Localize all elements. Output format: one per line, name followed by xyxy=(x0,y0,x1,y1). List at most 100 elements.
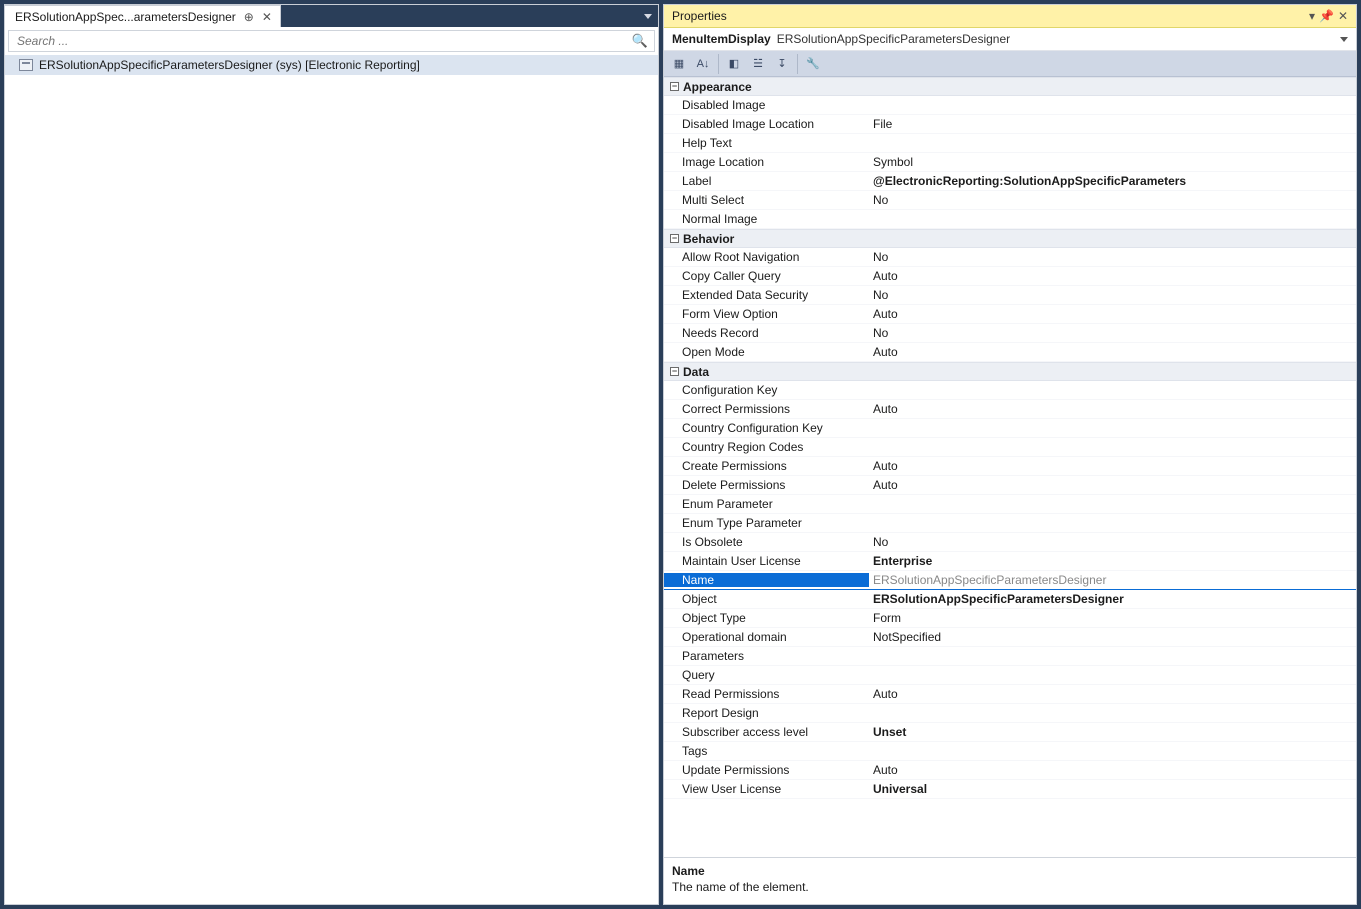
object-header[interactable]: MenuItemDisplay ERSolutionAppSpecificPar… xyxy=(664,28,1356,51)
property-row[interactable]: Report Design xyxy=(664,704,1356,723)
property-row[interactable]: View User LicenseUniversal xyxy=(664,780,1356,799)
property-row[interactable]: NameERSolutionAppSpecificParametersDesig… xyxy=(664,571,1356,590)
category-label: Appearance xyxy=(683,80,752,94)
events-icon[interactable]: ☱ xyxy=(747,54,769,74)
property-value[interactable]: File xyxy=(869,117,1356,131)
property-row[interactable]: Open ModeAuto xyxy=(664,343,1356,362)
property-row[interactable]: Normal Image xyxy=(664,210,1356,229)
property-key: Name xyxy=(664,573,869,587)
property-value[interactable]: Universal xyxy=(869,782,1356,796)
property-row[interactable]: Object TypeForm xyxy=(664,609,1356,628)
property-row[interactable]: Country Configuration Key xyxy=(664,419,1356,438)
property-row[interactable]: Is ObsoleteNo xyxy=(664,533,1356,552)
category-header[interactable]: −Appearance xyxy=(664,77,1356,96)
property-row[interactable]: Subscriber access levelUnset xyxy=(664,723,1356,742)
property-row[interactable]: Parameters xyxy=(664,647,1356,666)
property-value[interactable]: @ElectronicReporting:SolutionAppSpecific… xyxy=(869,174,1356,188)
property-value[interactable]: Auto xyxy=(869,763,1356,777)
alphabetical-icon[interactable]: A↓ xyxy=(692,54,714,74)
object-name: ERSolutionAppSpecificParametersDesigner xyxy=(777,32,1010,46)
property-key: Help Text xyxy=(664,136,869,150)
close-icon[interactable]: ✕ xyxy=(262,10,272,24)
property-row[interactable]: Disabled Image LocationFile xyxy=(664,115,1356,134)
window-dropdown-icon[interactable]: ▾ xyxy=(1309,9,1315,23)
collapse-icon[interactable]: − xyxy=(670,367,679,376)
property-row[interactable]: Label@ElectronicReporting:SolutionAppSpe… xyxy=(664,172,1356,191)
property-value[interactable]: ERSolutionAppSpecificParametersDesigner xyxy=(869,592,1356,606)
property-key: View User License xyxy=(664,782,869,796)
collapse-icon[interactable]: − xyxy=(670,234,679,243)
property-key: Object xyxy=(664,592,869,606)
category-header[interactable]: −Behavior xyxy=(664,229,1356,248)
search-input[interactable] xyxy=(15,33,632,49)
tab-active[interactable]: ERSolutionAppSpec...arametersDesigner ⊕ … xyxy=(5,5,281,27)
property-row[interactable]: Form View OptionAuto xyxy=(664,305,1356,324)
category-header[interactable]: −Data xyxy=(664,362,1356,381)
property-value[interactable]: Auto xyxy=(869,402,1356,416)
separator xyxy=(718,54,719,74)
tab-overflow[interactable] xyxy=(281,5,658,27)
property-row[interactable]: Help Text xyxy=(664,134,1356,153)
property-row[interactable]: Allow Root NavigationNo xyxy=(664,248,1356,267)
property-key: Label xyxy=(664,174,869,188)
property-row[interactable]: Update PermissionsAuto xyxy=(664,761,1356,780)
category-label: Behavior xyxy=(683,232,734,246)
category-label: Data xyxy=(683,365,709,379)
property-row[interactable]: Needs RecordNo xyxy=(664,324,1356,343)
property-row[interactable]: Configuration Key xyxy=(664,381,1356,400)
property-row[interactable]: Create PermissionsAuto xyxy=(664,457,1356,476)
property-value[interactable]: Form xyxy=(869,611,1356,625)
property-row[interactable]: Maintain User LicenseEnterprise xyxy=(664,552,1356,571)
property-value[interactable]: Auto xyxy=(869,459,1356,473)
property-value[interactable]: Auto xyxy=(869,307,1356,321)
property-value[interactable]: No xyxy=(869,193,1356,207)
sort-icon[interactable]: ↧ xyxy=(771,54,793,74)
property-value[interactable]: Enterprise xyxy=(869,554,1356,568)
property-value[interactable]: No xyxy=(869,326,1356,340)
collapse-icon[interactable]: − xyxy=(670,82,679,91)
property-value[interactable]: No xyxy=(869,250,1356,264)
property-value[interactable]: Auto xyxy=(869,269,1356,283)
property-value[interactable]: Auto xyxy=(869,687,1356,701)
property-row[interactable]: Multi SelectNo xyxy=(664,191,1356,210)
properties-pane: Properties ▾ 📌 ✕ MenuItemDisplay ERSolut… xyxy=(663,4,1357,905)
property-row[interactable]: ObjectERSolutionAppSpecificParametersDes… xyxy=(664,590,1356,609)
property-key: Object Type xyxy=(664,611,869,625)
property-value[interactable]: Unset xyxy=(869,725,1356,739)
property-row[interactable]: Delete PermissionsAuto xyxy=(664,476,1356,495)
close-icon[interactable]: ✕ xyxy=(1338,9,1348,23)
property-row[interactable]: Image LocationSymbol xyxy=(664,153,1356,172)
property-pages-icon[interactable]: ◧ xyxy=(723,54,745,74)
property-key: Configuration Key xyxy=(664,383,869,397)
property-value[interactable]: Symbol xyxy=(869,155,1356,169)
property-row[interactable]: Query xyxy=(664,666,1356,685)
property-grid: −AppearanceDisabled ImageDisabled Image … xyxy=(664,77,1356,857)
property-row[interactable]: Disabled Image xyxy=(664,96,1356,115)
property-row[interactable]: Copy Caller QueryAuto xyxy=(664,267,1356,286)
property-value[interactable]: No xyxy=(869,288,1356,302)
property-value[interactable]: ERSolutionAppSpecificParametersDesigner xyxy=(869,573,1356,587)
search-icon[interactable]: 🔍 xyxy=(632,33,648,49)
property-value[interactable]: Auto xyxy=(869,478,1356,492)
tree-view: ERSolutionAppSpecificParametersDesigner … xyxy=(5,55,658,904)
property-row[interactable]: Correct PermissionsAuto xyxy=(664,400,1356,419)
description-pane: Name The name of the element. xyxy=(664,857,1356,904)
property-row[interactable]: Tags xyxy=(664,742,1356,761)
categorize-icon[interactable]: ▦ xyxy=(668,54,690,74)
property-row[interactable]: Enum Type Parameter xyxy=(664,514,1356,533)
wrench-icon[interactable]: 🔧 xyxy=(802,54,824,74)
property-row[interactable]: Read PermissionsAuto xyxy=(664,685,1356,704)
property-key: Is Obsolete xyxy=(664,535,869,549)
separator xyxy=(797,54,798,74)
property-value[interactable]: No xyxy=(869,535,1356,549)
property-key: Disabled Image xyxy=(664,98,869,112)
pin-icon[interactable]: ⊕ xyxy=(244,10,254,24)
property-value[interactable]: NotSpecified xyxy=(869,630,1356,644)
property-row[interactable]: Operational domainNotSpecified xyxy=(664,628,1356,647)
tree-root-item[interactable]: ERSolutionAppSpecificParametersDesigner … xyxy=(5,55,658,75)
property-row[interactable]: Enum Parameter xyxy=(664,495,1356,514)
property-value[interactable]: Auto xyxy=(869,345,1356,359)
property-row[interactable]: Extended Data SecurityNo xyxy=(664,286,1356,305)
property-row[interactable]: Country Region Codes xyxy=(664,438,1356,457)
pin-icon[interactable]: 📌 xyxy=(1319,9,1334,23)
